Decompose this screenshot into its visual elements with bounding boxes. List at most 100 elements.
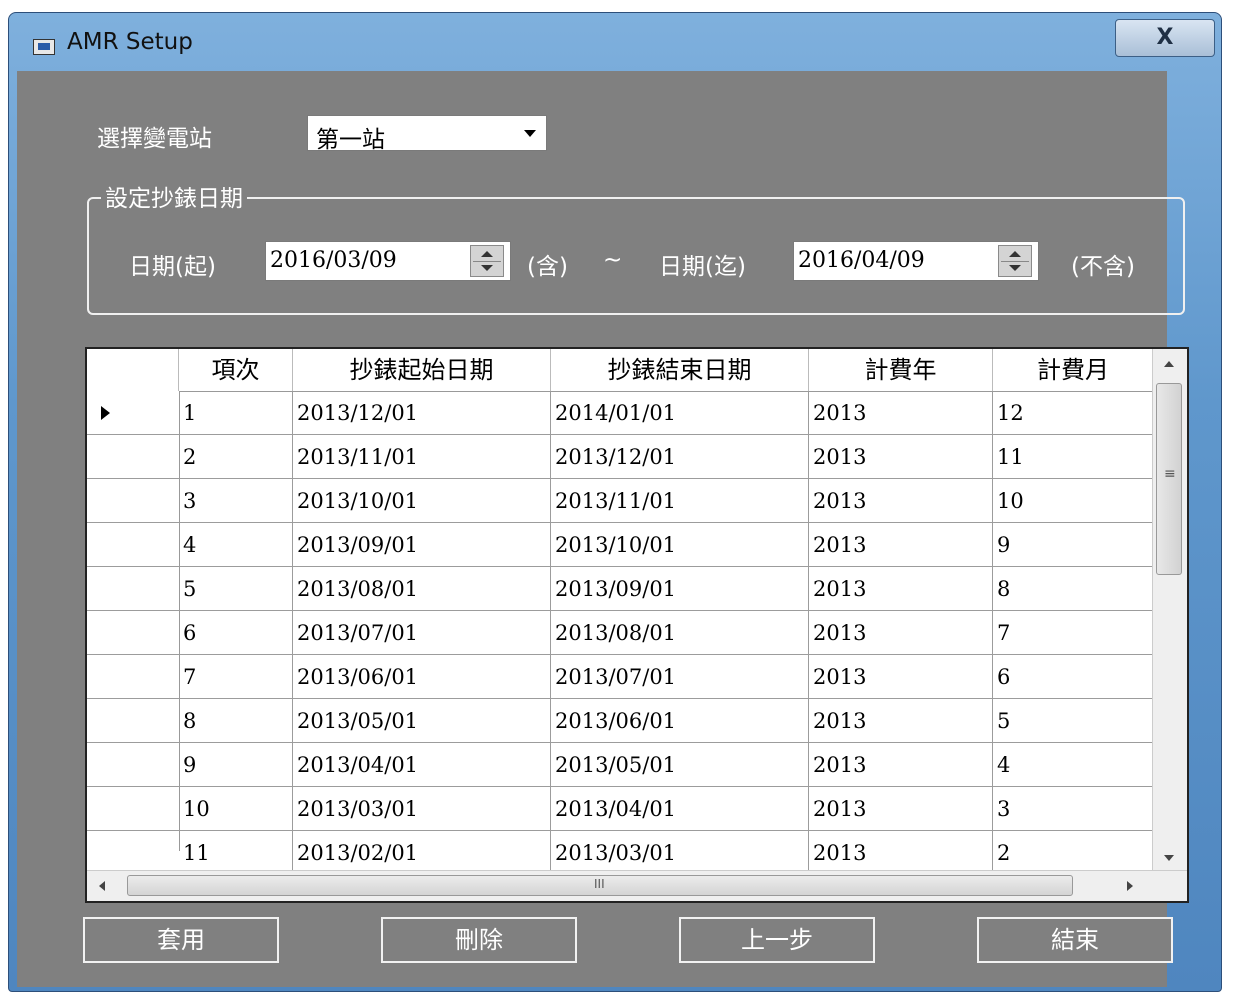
cell-start-date[interactable]: 2013/10/01 xyxy=(293,479,551,523)
table-row[interactable]: 4 2013/09/01 2013/10/01 2013 9 xyxy=(87,523,1153,567)
column-header-item[interactable]: 項次 xyxy=(179,349,293,391)
cell-item[interactable]: 11 xyxy=(179,831,293,875)
spin-down-icon[interactable] xyxy=(1009,265,1021,271)
cell-billing-month[interactable]: 2 xyxy=(993,831,1153,875)
cell-billing-year[interactable]: 2013 xyxy=(809,699,993,743)
cell-end-date[interactable]: 2014/01/01 xyxy=(551,391,809,435)
table-row[interactable]: 11 2013/02/01 2013/03/01 2013 2 xyxy=(87,831,1153,875)
cell-billing-year[interactable]: 2013 xyxy=(809,435,993,479)
cell-start-date[interactable]: 2013/02/01 xyxy=(293,831,551,875)
cell-end-date[interactable]: 2013/06/01 xyxy=(551,699,809,743)
client-area: 選擇變電站 第一站 設定抄錶日期 日期(起) 2016/03/09 (含) ~ … xyxy=(17,71,1189,987)
cell-item[interactable]: 6 xyxy=(179,611,293,655)
cell-billing-year[interactable]: 2013 xyxy=(809,743,993,787)
vertical-scrollbar[interactable]: ≡ xyxy=(1152,349,1187,871)
spin-up-icon[interactable] xyxy=(1009,251,1021,257)
cell-billing-month[interactable]: 7 xyxy=(993,611,1153,655)
table-row[interactable]: 2 2013/11/01 2013/12/01 2013 11 xyxy=(87,435,1153,479)
cell-billing-month[interactable]: 11 xyxy=(993,435,1153,479)
spin-down-icon[interactable] xyxy=(481,265,493,271)
readings-table[interactable]: 項次 抄錶起始日期 抄錶結束日期 計費年 計費月 1 2013/12/01 2014… xyxy=(85,347,1189,903)
cell-end-date[interactable]: 2013/03/01 xyxy=(551,831,809,875)
horizontal-scrollbar[interactable]: III xyxy=(87,870,1187,901)
table-row[interactable]: 10 2013/03/01 2013/04/01 2013 3 xyxy=(87,787,1153,831)
end-date-spinner[interactable] xyxy=(998,245,1032,277)
cell-end-date[interactable]: 2013/10/01 xyxy=(551,523,809,567)
scroll-down-icon[interactable] xyxy=(1164,855,1174,861)
cell-end-date[interactable]: 2013/09/01 xyxy=(551,567,809,611)
cell-start-date[interactable]: 2013/07/01 xyxy=(293,611,551,655)
cell-item[interactable]: 2 xyxy=(179,435,293,479)
cell-item[interactable]: 10 xyxy=(179,787,293,831)
cell-item[interactable]: 8 xyxy=(179,699,293,743)
cell-start-date[interactable]: 2013/06/01 xyxy=(293,655,551,699)
vertical-scroll-thumb[interactable]: ≡ xyxy=(1156,383,1182,575)
column-header-start-date[interactable]: 抄錶起始日期 xyxy=(293,349,551,391)
cell-end-date[interactable]: 2013/07/01 xyxy=(551,655,809,699)
app-icon xyxy=(33,39,55,55)
column-header-billing-year[interactable]: 計費年 xyxy=(809,349,993,391)
apply-button[interactable]: 套用 xyxy=(83,917,279,963)
cell-billing-year[interactable]: 2013 xyxy=(809,787,993,831)
cell-billing-year[interactable]: 2013 xyxy=(809,655,993,699)
table-row[interactable]: 9 2013/04/01 2013/05/01 2013 4 xyxy=(87,743,1153,787)
cell-start-date[interactable]: 2013/05/01 xyxy=(293,699,551,743)
cell-item[interactable]: 7 xyxy=(179,655,293,699)
cell-end-date[interactable]: 2013/11/01 xyxy=(551,479,809,523)
table-row[interactable]: 1 2013/12/01 2014/01/01 2013 12 xyxy=(87,391,1153,435)
column-header-billing-month[interactable]: 計費月 xyxy=(993,349,1153,391)
cell-start-date[interactable]: 2013/11/01 xyxy=(293,435,551,479)
table-row[interactable]: 3 2013/10/01 2013/11/01 2013 10 xyxy=(87,479,1153,523)
cell-billing-year[interactable]: 2013 xyxy=(809,831,993,875)
cell-item[interactable]: 9 xyxy=(179,743,293,787)
cell-billing-year[interactable]: 2013 xyxy=(809,567,993,611)
cell-billing-year[interactable]: 2013 xyxy=(809,391,993,435)
table-row[interactable]: 5 2013/08/01 2013/09/01 2013 8 xyxy=(87,567,1153,611)
cell-billing-year[interactable]: 2013 xyxy=(809,479,993,523)
title-bar[interactable]: AMR Setup X xyxy=(9,13,1221,69)
cell-billing-month[interactable]: 8 xyxy=(993,567,1153,611)
scroll-right-icon[interactable] xyxy=(1127,881,1133,891)
start-date-spinner[interactable] xyxy=(470,245,504,277)
start-inclusive-note: (含) xyxy=(527,254,568,280)
end-date-picker[interactable]: 2016/04/09 xyxy=(793,241,1039,281)
cell-billing-month[interactable]: 12 xyxy=(993,391,1153,435)
cell-item[interactable]: 5 xyxy=(179,567,293,611)
cell-start-date[interactable]: 2013/03/01 xyxy=(293,787,551,831)
cell-billing-month[interactable]: 10 xyxy=(993,479,1153,523)
cell-item[interactable]: 4 xyxy=(179,523,293,567)
cell-start-date[interactable]: 2013/12/01 xyxy=(293,391,551,435)
cell-billing-month[interactable]: 3 xyxy=(993,787,1153,831)
cell-end-date[interactable]: 2013/05/01 xyxy=(551,743,809,787)
cell-billing-month[interactable]: 4 xyxy=(993,743,1153,787)
spin-up-icon[interactable] xyxy=(481,251,493,257)
back-button[interactable]: 上一步 xyxy=(679,917,875,963)
column-header-end-date[interactable]: 抄錶結束日期 xyxy=(551,349,809,391)
cell-start-date[interactable]: 2013/08/01 xyxy=(293,567,551,611)
cell-end-date[interactable]: 2013/04/01 xyxy=(551,787,809,831)
station-select[interactable]: 第一站 xyxy=(307,115,547,153)
cell-end-date[interactable]: 2013/12/01 xyxy=(551,435,809,479)
exit-button[interactable]: 結束 xyxy=(977,917,1173,963)
cell-billing-year[interactable]: 2013 xyxy=(809,523,993,567)
scroll-left-icon[interactable] xyxy=(99,881,105,891)
cell-end-date[interactable]: 2013/08/01 xyxy=(551,611,809,655)
start-date-picker[interactable]: 2016/03/09 xyxy=(265,241,511,281)
cell-billing-month[interactable]: 6 xyxy=(993,655,1153,699)
cell-billing-month[interactable]: 9 xyxy=(993,523,1153,567)
table-row[interactable]: 8 2013/05/01 2013/06/01 2013 5 xyxy=(87,699,1153,743)
cell-item[interactable]: 3 xyxy=(179,479,293,523)
cell-billing-year[interactable]: 2013 xyxy=(809,611,993,655)
scroll-up-icon[interactable] xyxy=(1164,361,1174,367)
cell-billing-month[interactable]: 5 xyxy=(993,699,1153,743)
cell-start-date[interactable]: 2013/04/01 xyxy=(293,743,551,787)
date-range-tilde: ~ xyxy=(603,247,623,273)
close-button[interactable]: X xyxy=(1115,19,1215,57)
chevron-down-icon[interactable] xyxy=(524,130,536,137)
cell-start-date[interactable]: 2013/09/01 xyxy=(293,523,551,567)
table-row[interactable]: 7 2013/06/01 2013/07/01 2013 6 xyxy=(87,655,1153,699)
cell-item[interactable]: 1 xyxy=(179,391,293,435)
horizontal-scroll-thumb[interactable]: III xyxy=(127,875,1073,896)
delete-button[interactable]: 刪除 xyxy=(381,917,577,963)
table-row[interactable]: 6 2013/07/01 2013/08/01 2013 7 xyxy=(87,611,1153,655)
